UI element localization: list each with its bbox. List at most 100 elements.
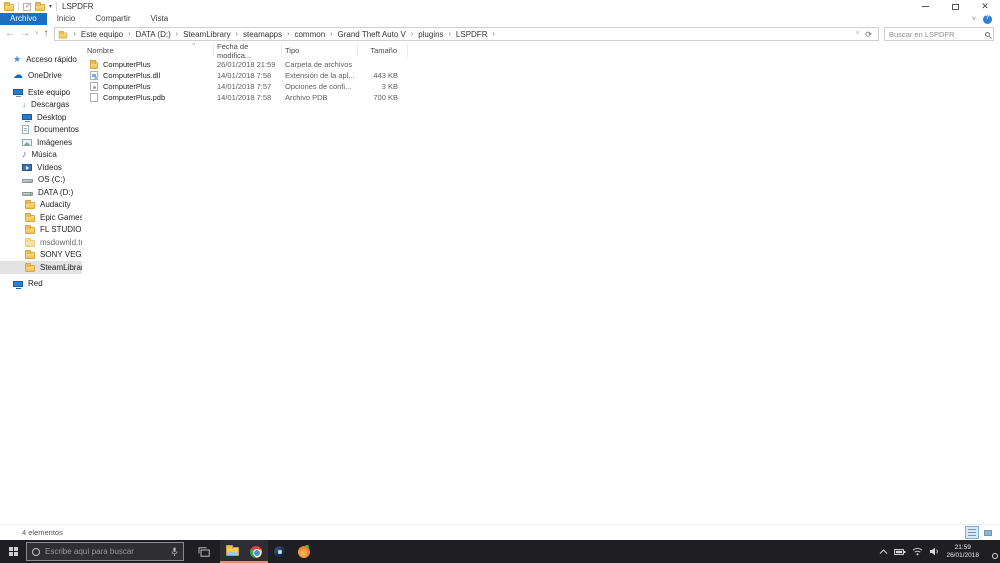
minimize-icon [921,6,929,7]
close-button[interactable]: ✕ [970,0,1000,13]
taskbar-search-box[interactable] [26,542,184,561]
folder-icon [25,237,35,247]
breadcrumb-chevron[interactable]: › [407,31,417,38]
breadcrumb-chevron[interactable]: › [488,31,498,38]
sidebar-item-steamlibrary[interactable]: SteamLibrary [0,261,82,274]
item-count: 4 elementos [22,528,63,537]
address-bar[interactable]: › Este equipo › DATA (D:) › SteamLibrary… [53,27,879,41]
breadcrumb-data-d[interactable]: DATA (D:) [134,30,171,39]
search-box[interactable] [884,27,994,41]
sidebar-item-documentos[interactable]: Documentos [0,124,82,137]
thumbnails-view-button[interactable] [981,526,995,539]
file-row-computerplus-folder[interactable]: ComputerPlus 26/01/2018 21:59 Carpeta de… [82,59,1000,70]
breadcrumb-plugins[interactable]: plugins [417,30,444,39]
forward-button[interactable]: → [20,29,30,39]
steam-icon [274,545,286,558]
file-row-computerplus-dll[interactable]: ComputerPlus.dll 14/01/2018 7:58 Extensi… [82,70,1000,81]
file-row-computerplus-config[interactable]: ComputerPlus 14/01/2018 7:57 Opciones de… [82,81,1000,92]
breadcrumb-este-equipo[interactable]: Este equipo [80,30,124,39]
taskbar-steam[interactable] [268,540,292,563]
file-explorer-icon [225,545,239,556]
sidebar-item-descargas[interactable]: ↓ Descargas [0,99,82,112]
folder-icon [25,225,35,235]
help-icon[interactable] [983,14,992,24]
sidebar-item-msdownld-tmp[interactable]: msdownld.tmp [0,236,82,249]
breadcrumb-chevron[interactable]: › [124,31,134,38]
breadcrumb-chevron[interactable]: › [232,31,242,38]
taskbar-clock[interactable]: 21:59 26/01/2018 [946,544,979,560]
tab-inicio[interactable]: Inicio [47,13,86,25]
refresh-icon[interactable]: ⟳ [865,30,872,39]
sort-ascending-icon: ˄ [192,43,196,48]
address-dropdown-icon[interactable]: ˅ [856,31,860,37]
breadcrumb-common[interactable]: common [293,30,326,39]
action-center-button[interactable] [985,547,998,559]
breadcrumb-chevron[interactable]: › [172,31,182,38]
quick-access-toolbar: ▾ [4,2,58,11]
breadcrumb-lspdfr[interactable]: LSPDFR [455,30,489,39]
start-button[interactable] [0,540,26,563]
breadcrumb-steamlibrary[interactable]: SteamLibrary [182,30,232,39]
search-input[interactable] [889,29,985,39]
details-view-button[interactable] [965,526,979,539]
tab-archivo[interactable]: Archivo [0,13,47,25]
column-header-tamano[interactable]: Tamaño [358,44,408,57]
taskbar-chrome[interactable] [244,540,268,563]
quick-access-star-icon: ★ [13,53,22,64]
downloads-icon: ↓ [22,100,26,110]
sidebar-item-sony-vegas[interactable]: SONY VEGAS [0,249,82,262]
volume-icon[interactable] [929,547,940,556]
minimize-button[interactable] [910,0,940,13]
sidebar-item-audacity[interactable]: Audacity [0,199,82,212]
tab-vista[interactable]: Vista [141,13,179,25]
sidebar-item-fl-studio[interactable]: FL STUDIO [0,224,82,237]
sidebar-item-epic-games[interactable]: Epic Games [0,211,82,224]
sidebar-item-acceso-rapido[interactable]: ★ Acceso rápido [0,53,82,66]
sidebar-item-red[interactable]: Red [0,278,82,291]
taskbar-file-explorer[interactable] [220,540,244,563]
battery-icon[interactable] [894,548,906,556]
taskbar-search-input[interactable] [45,547,166,556]
sidebar-item-data-d[interactable]: DATA (D:) [0,186,82,199]
network-wifi-icon[interactable] [912,547,923,556]
new-folder-icon[interactable] [35,2,45,11]
music-icon: ♪ [22,149,27,160]
recent-locations-icon[interactable]: ˅ [35,31,39,37]
column-header-tipo[interactable]: Tipo [282,44,358,57]
sidebar-item-imagenes[interactable]: Imágenes [0,136,82,149]
sidebar-item-musica[interactable]: ♪ Música [0,149,82,162]
restore-button[interactable] [940,0,970,13]
breadcrumb-gtav[interactable]: Grand Theft Auto V [337,30,407,39]
navigation-pane: ★ Acceso rápido ☁ OneDrive Este equipo ↓ De… [0,43,82,524]
breadcrumb-steamapps[interactable]: steamapps [242,30,283,39]
microphone-icon[interactable] [171,547,178,557]
breadcrumb-chevron[interactable]: › [445,31,455,38]
sidebar-item-desktop[interactable]: Desktop [0,111,82,124]
separator [18,2,19,11]
column-header-fecha[interactable]: Fecha de modifica... [214,43,282,60]
sidebar-item-onedrive[interactable]: ☁ OneDrive [0,70,82,83]
taskbar-fl-studio[interactable] [292,540,316,563]
explorer-app-icon [4,2,14,11]
column-headers: ˄ Nombre Fecha de modifica... Tipo Tamañ… [82,43,1000,60]
tray-expand-icon[interactable] [879,548,888,555]
onedrive-cloud-icon: ☁ [13,70,23,82]
tab-compartir[interactable]: Compartir [85,13,140,25]
properties-icon[interactable] [23,2,31,11]
title-bar: ▾ LSPDFR ✕ [0,0,1000,13]
breadcrumb-chevron[interactable]: › [326,31,336,38]
back-button[interactable]: ← [5,29,15,39]
qat-dropdown-icon[interactable]: ▾ [49,3,52,10]
search-icon[interactable] [985,31,990,37]
file-row-computerplus-pdb[interactable]: ComputerPlus.pdb 14/01/2018 7:58 Archivo… [82,92,1000,103]
up-button[interactable]: ↑ [44,29,49,39]
sidebar-item-os-c[interactable]: OS (C:) [0,174,82,187]
task-view-button[interactable] [192,540,216,563]
sidebar-item-videos[interactable]: Vídeos [0,161,82,174]
sidebar-item-este-equipo[interactable]: Este equipo [0,86,82,99]
close-icon: ✕ [981,1,989,11]
drive-icon [22,179,33,184]
dll-file-icon [90,71,98,80]
expand-ribbon-icon[interactable]: ˅ [972,16,976,23]
breadcrumb-chevron[interactable]: › [283,31,293,38]
